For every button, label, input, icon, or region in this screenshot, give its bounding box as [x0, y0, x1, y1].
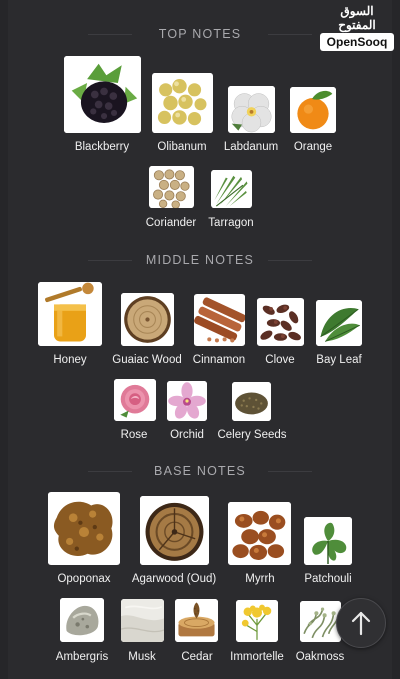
oakmoss-icon — [300, 601, 341, 642]
orange-icon — [290, 87, 336, 133]
note-label: Clove — [265, 354, 295, 366]
note-label: Immortelle — [230, 651, 284, 663]
patchouli-icon — [304, 517, 352, 565]
note-label: Myrrh — [245, 573, 275, 585]
middle-notes-heading: MIDDLE NOTES — [0, 253, 400, 267]
musk-icon — [121, 599, 164, 642]
agarwood-icon — [140, 496, 209, 565]
coriander-icon — [149, 166, 194, 208]
orchid-icon — [167, 381, 207, 421]
arrow-up-icon — [351, 611, 371, 636]
note-label: Celery Seeds — [217, 429, 287, 441]
top-notes-heading: TOP NOTES — [0, 27, 400, 41]
guaiac-wood-icon — [121, 293, 174, 346]
olibanum-icon — [152, 73, 213, 133]
bay-leaf-icon — [316, 300, 362, 346]
note-label: Orchid — [170, 429, 204, 441]
note-label: Agarwood (Oud) — [131, 573, 217, 585]
cedar-icon — [175, 599, 218, 642]
myrrh-icon — [228, 502, 291, 565]
note-label: Labdanum — [223, 141, 279, 153]
note-label: Bay Leaf — [316, 354, 362, 366]
note-label: Tarragon — [208, 217, 254, 229]
blackberry-icon — [64, 56, 141, 133]
tarragon-icon — [211, 170, 252, 208]
note-label: Patchouli — [304, 573, 352, 585]
rose-icon — [114, 379, 156, 421]
cinnamon-icon — [194, 294, 245, 346]
note-label: Orange — [293, 141, 333, 153]
clove-icon — [257, 298, 304, 346]
note-label: Ambergris — [55, 651, 109, 663]
note-label: Blackberry — [74, 141, 130, 153]
note-label: Honey — [53, 354, 87, 366]
note-label: Cinnamon — [192, 354, 246, 366]
ambergris-icon — [60, 598, 104, 642]
celery-seeds-icon — [232, 382, 271, 421]
note-label: Rose — [120, 429, 148, 441]
note-label: Cedar — [181, 651, 213, 663]
scroll-to-top-button[interactable] — [336, 598, 386, 648]
note-label: Olibanum — [157, 141, 207, 153]
labdanum-icon — [228, 86, 275, 133]
note-label: Guaiac Wood — [112, 354, 182, 366]
base-notes-heading: BASE NOTES — [0, 464, 400, 478]
note-label: Musk — [128, 651, 156, 663]
note-label: Coriander — [145, 217, 197, 229]
note-label: Oakmoss — [295, 651, 345, 663]
opoponax-icon — [48, 492, 120, 565]
honey-icon — [38, 282, 102, 346]
immortelle-icon — [236, 600, 278, 642]
note-label: Opoponax — [57, 573, 111, 585]
